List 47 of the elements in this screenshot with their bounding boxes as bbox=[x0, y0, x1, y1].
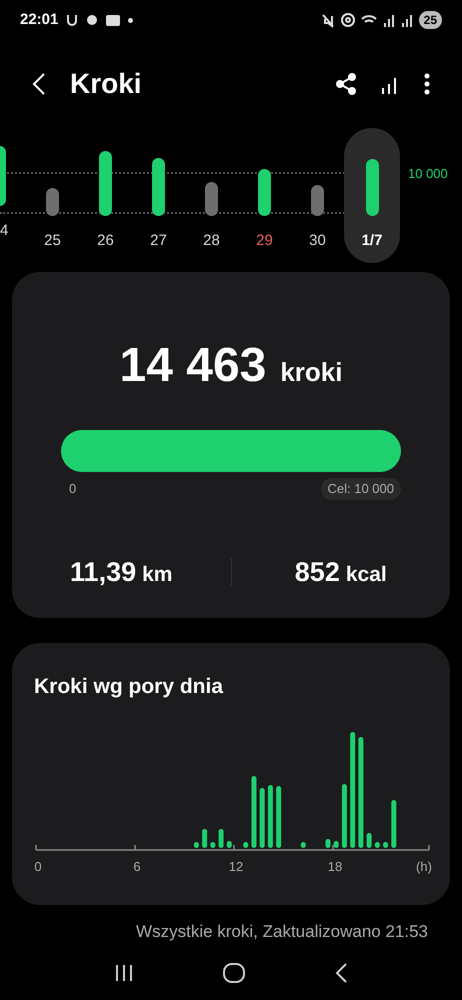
share-icon[interactable] bbox=[336, 73, 356, 95]
day-label: 26 bbox=[97, 231, 114, 251]
more-icon[interactable] bbox=[424, 73, 430, 95]
hotspot-icon bbox=[340, 13, 355, 27]
horseshoe-icon bbox=[66, 13, 78, 27]
stat-value: 852 bbox=[294, 556, 340, 588]
day-label: 25 bbox=[44, 231, 61, 251]
back-icon[interactable] bbox=[32, 72, 46, 96]
card-title: Kroki wg pory dnia bbox=[34, 674, 224, 700]
back-nav-icon[interactable] bbox=[335, 962, 347, 982]
step-count: 14 463 bbox=[120, 338, 266, 394]
goal-badge: Cel: 10 000 bbox=[320, 478, 401, 500]
day-column[interactable]: 1/7 bbox=[344, 128, 400, 262]
axis-label: 12 bbox=[228, 858, 244, 876]
recent-apps-icon[interactable] bbox=[115, 964, 133, 982]
day-label: 4 bbox=[0, 221, 8, 241]
mute-icon bbox=[320, 12, 335, 28]
axis-label: 18 bbox=[328, 858, 342, 876]
axis-label: 0 bbox=[34, 858, 42, 876]
axis-label: (h) bbox=[416, 858, 432, 876]
day-label: 30 bbox=[309, 231, 326, 251]
signal-icon bbox=[382, 13, 395, 27]
card-icon bbox=[106, 14, 120, 26]
axis-label: 6 bbox=[133, 858, 141, 876]
day-label: 29 bbox=[256, 231, 273, 251]
day-label: 1/7 bbox=[362, 231, 382, 251]
status-time: 22:01 bbox=[20, 10, 58, 30]
day-label: 27 bbox=[150, 231, 167, 251]
stat-unit: kcal bbox=[346, 562, 387, 588]
home-icon[interactable] bbox=[223, 962, 245, 982]
day-column[interactable]: 27 bbox=[132, 128, 185, 262]
battery-level: 25 bbox=[418, 11, 442, 29]
day-column[interactable]: 30 bbox=[291, 128, 344, 262]
progress-min-label: 0 bbox=[69, 480, 76, 498]
goal-label: 10 000 bbox=[408, 165, 448, 183]
signal-icon bbox=[400, 13, 413, 27]
dot-icon bbox=[128, 18, 134, 22]
step-unit: kroki bbox=[280, 356, 342, 389]
stat-unit: km bbox=[142, 562, 172, 588]
update-note: Wszystkie kroki, Zaktualizowano 21:53 bbox=[136, 921, 428, 943]
day-column[interactable]: 26 bbox=[79, 128, 132, 262]
day-column[interactable]: 29 bbox=[238, 128, 291, 262]
stat-value: 11,39 bbox=[70, 556, 136, 588]
day-column[interactable]: 25 bbox=[26, 128, 79, 262]
day-column[interactable]: 28 bbox=[185, 128, 238, 262]
day-label: 28 bbox=[203, 231, 220, 251]
page-title: Kroki bbox=[70, 67, 143, 101]
